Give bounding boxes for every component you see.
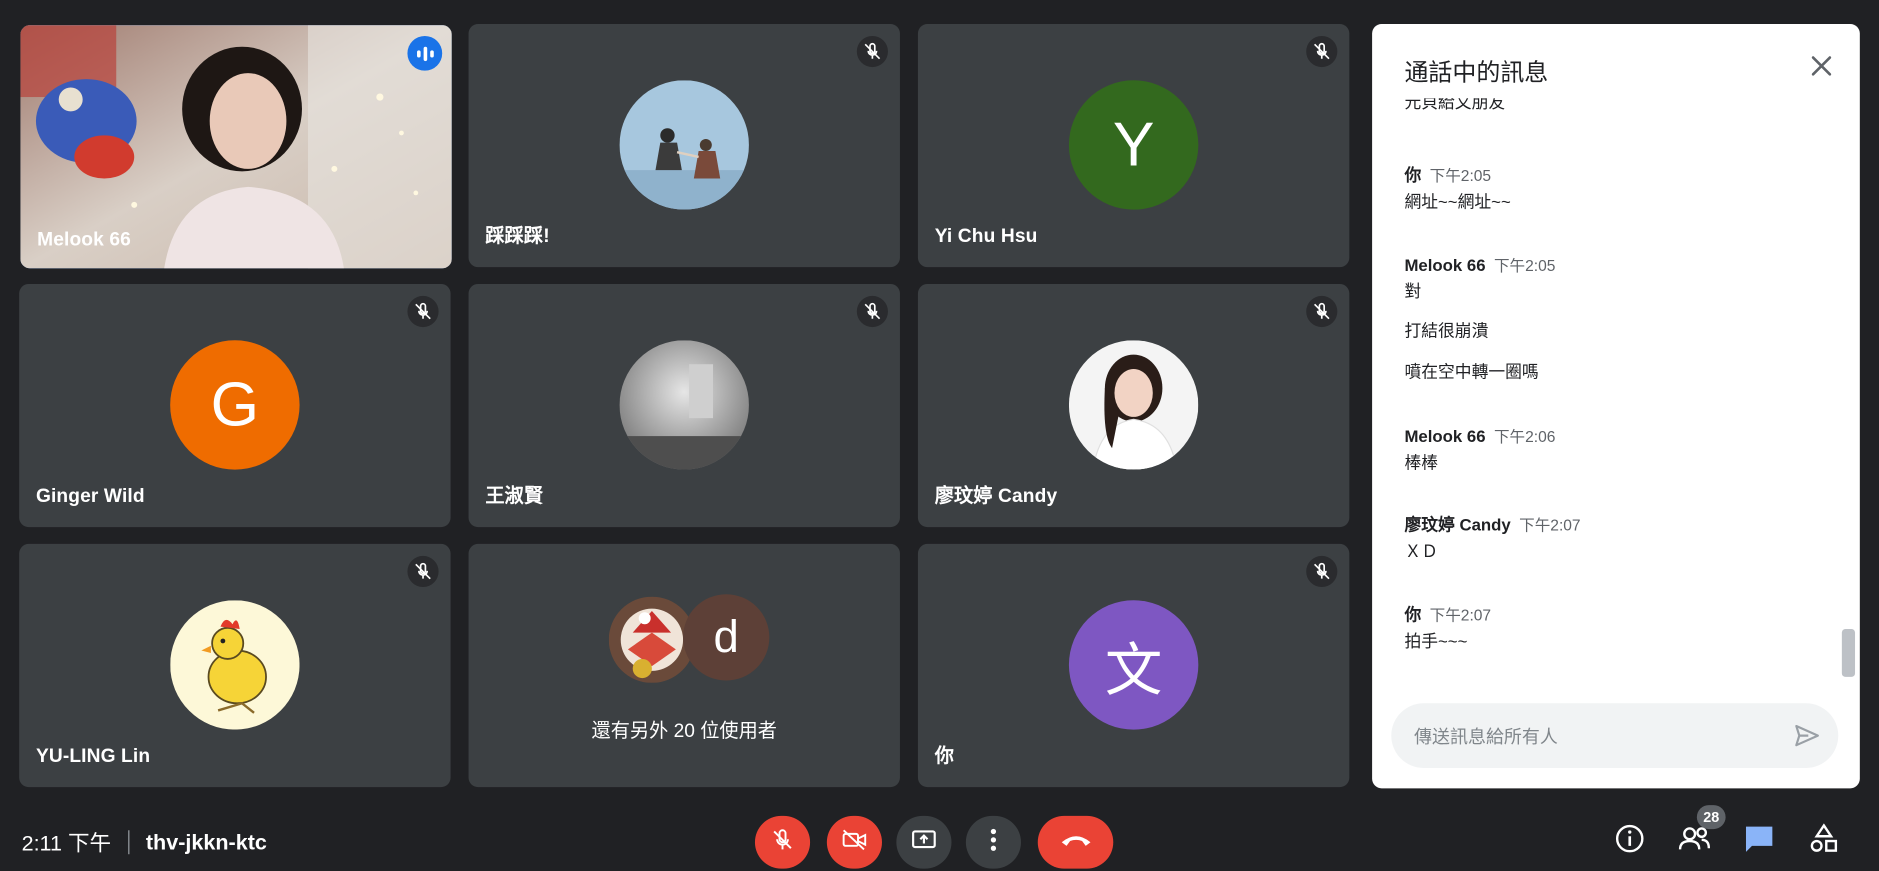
message-sender: Melook 66 <box>1404 426 1486 446</box>
chat-scrollbar[interactable] <box>1841 628 1856 677</box>
participant-name: 王淑賢 <box>485 486 544 507</box>
avatar <box>619 80 749 210</box>
chat-message: 你下午2:05 網址~~網址~~ <box>1404 163 1823 213</box>
camera-toggle-button[interactable] <box>826 815 882 869</box>
participant-tile-2[interactable]: 踩踩踩! <box>468 23 900 268</box>
bottom-toolbar: 2:11 下午 thv-jkkn-ktc 28 <box>0 798 1879 871</box>
message-sender: Melook 66 <box>1404 255 1486 275</box>
message-text: 拍手~~~ <box>1404 631 1468 651</box>
chat-icon <box>1744 824 1775 859</box>
message-header: 你下午2:05 <box>1404 163 1823 187</box>
overflow-participants-tile[interactable]: d 還有另外 20 位使用者 <box>468 543 900 788</box>
message-sender: 廖玟婷 Candy <box>1404 515 1511 535</box>
mic-off-icon <box>1306 295 1338 328</box>
divider <box>127 830 130 855</box>
chat-message: Melook 66 下午2:05 對 打結很崩潰 噴在空中轉一圈嗎 <box>1404 253 1823 384</box>
send-icon[interactable] <box>1793 721 1822 750</box>
mic-off-icon <box>407 555 439 588</box>
message-header: Melook 66 下午2:06 <box>1404 424 1823 448</box>
close-icon[interactable] <box>1807 52 1836 81</box>
participant-tile-5[interactable]: 王淑賢 <box>468 283 900 528</box>
speaking-indicator-icon <box>407 35 443 71</box>
avatar <box>619 340 749 470</box>
avatar: 文 <box>1068 600 1199 730</box>
participant-name: Melook 66 <box>37 230 131 251</box>
mic-off-icon <box>856 35 888 68</box>
participant-name: Yi Chu Hsu <box>934 226 1038 247</box>
participant-tile-4[interactable]: G Ginger Wild <box>19 283 451 528</box>
mic-off-icon <box>771 827 795 857</box>
participant-name: 你 <box>934 746 955 767</box>
message-text: 對 <box>1404 281 1422 301</box>
message-text: 打結很崩潰 <box>1404 321 1489 341</box>
message-header: 廖玟婷 Candy 下午2:07 <box>1404 513 1823 537</box>
leave-call-button[interactable] <box>1037 815 1114 869</box>
message-header: Melook 66 下午2:05 <box>1404 253 1823 277</box>
participant-tile-self[interactable]: 文 你 <box>917 543 1350 788</box>
chat-message: 你下午2:07 拍手~~~ <box>1404 603 1823 653</box>
message-text: ＸＤ <box>1404 541 1439 561</box>
chat-message-cutoff: 元貝給又朋友 <box>1404 98 1764 121</box>
meeting-details-button[interactable] <box>1611 822 1649 860</box>
message-text: 網址~~網址~~ <box>1404 191 1511 211</box>
message-sender: 你 <box>1404 165 1422 185</box>
participant-name: Ginger Wild <box>35 486 145 507</box>
people-button[interactable]: 28 <box>1675 805 1726 860</box>
message-time: 下午2:06 <box>1493 427 1556 446</box>
chat-panel: 通話中的訊息 元貝給又朋友 你下午2:05 網址~~網址~~ Melook 66… <box>1372 23 1860 789</box>
present-button[interactable] <box>896 815 952 869</box>
meet-screen: Melook 66 踩踩踩! Y Yi Chu Hsu G Ginger Wil… <box>0 0 1879 871</box>
message-input[interactable] <box>1411 703 1776 771</box>
message-text: 元貝給又朋友 <box>1404 98 1506 112</box>
mic-off-icon <box>1306 555 1338 588</box>
activities-icon <box>1808 822 1839 859</box>
participant-tile-7[interactable]: YU-LING Lin <box>19 543 451 788</box>
avatar: d <box>683 594 770 681</box>
overflow-count-label: 還有另外 20 位使用者 <box>591 721 777 742</box>
message-time: 下午2:05 <box>1429 166 1492 185</box>
present-screen-icon <box>911 827 937 857</box>
avatar: G <box>170 340 300 470</box>
mic-off-icon <box>407 295 439 328</box>
message-sender: 你 <box>1404 605 1422 625</box>
people-icon <box>1678 825 1712 857</box>
meeting-code: thv-jkkn-ktc <box>145 829 267 854</box>
call-end-icon <box>1059 831 1093 854</box>
avatar <box>1068 340 1199 470</box>
message-header: 你下午2:07 <box>1404 603 1823 627</box>
participant-name: 踩踩踩! <box>485 226 550 247</box>
message-time: 下午2:07 <box>1429 606 1492 625</box>
avatar <box>170 600 300 730</box>
chat-message: Melook 66 下午2:06 棒棒 <box>1404 424 1823 474</box>
message-text: 噴在空中轉一圈嗎 <box>1404 361 1539 381</box>
info-icon <box>1614 822 1645 859</box>
mic-toggle-button[interactable] <box>754 815 811 869</box>
participant-name: 廖玟婷 Candy <box>934 486 1058 507</box>
more-vertical-icon <box>990 827 997 857</box>
participant-tile-melook[interactable]: Melook 66 <box>20 25 452 269</box>
message-input-container <box>1391 703 1839 771</box>
message-time: 下午2:05 <box>1493 256 1556 275</box>
camera-off-icon <box>841 827 867 857</box>
more-options-button[interactable] <box>965 815 1021 869</box>
activities-button[interactable] <box>1805 822 1843 860</box>
message-text: 棒棒 <box>1404 452 1439 473</box>
mic-off-icon <box>1306 35 1338 68</box>
participant-name: YU-LING Lin <box>35 746 151 767</box>
message-time: 下午2:07 <box>1519 516 1581 535</box>
meeting-info: 2:11 下午 thv-jkkn-ktc <box>22 827 267 858</box>
chat-button[interactable] <box>1740 822 1778 860</box>
chat-message: 廖玟婷 Candy 下午2:07 ＸＤ <box>1404 513 1823 563</box>
mic-off-icon <box>856 295 888 328</box>
chat-title: 通話中的訊息 <box>1404 59 1549 87</box>
people-count-badge: 28 <box>1696 805 1726 830</box>
avatar: Y <box>1068 80 1199 210</box>
participant-tile-3[interactable]: Y Yi Chu Hsu <box>917 23 1350 268</box>
participant-tile-6[interactable]: 廖玟婷 Candy <box>917 283 1350 528</box>
clock-time: 2:11 下午 <box>21 831 112 856</box>
